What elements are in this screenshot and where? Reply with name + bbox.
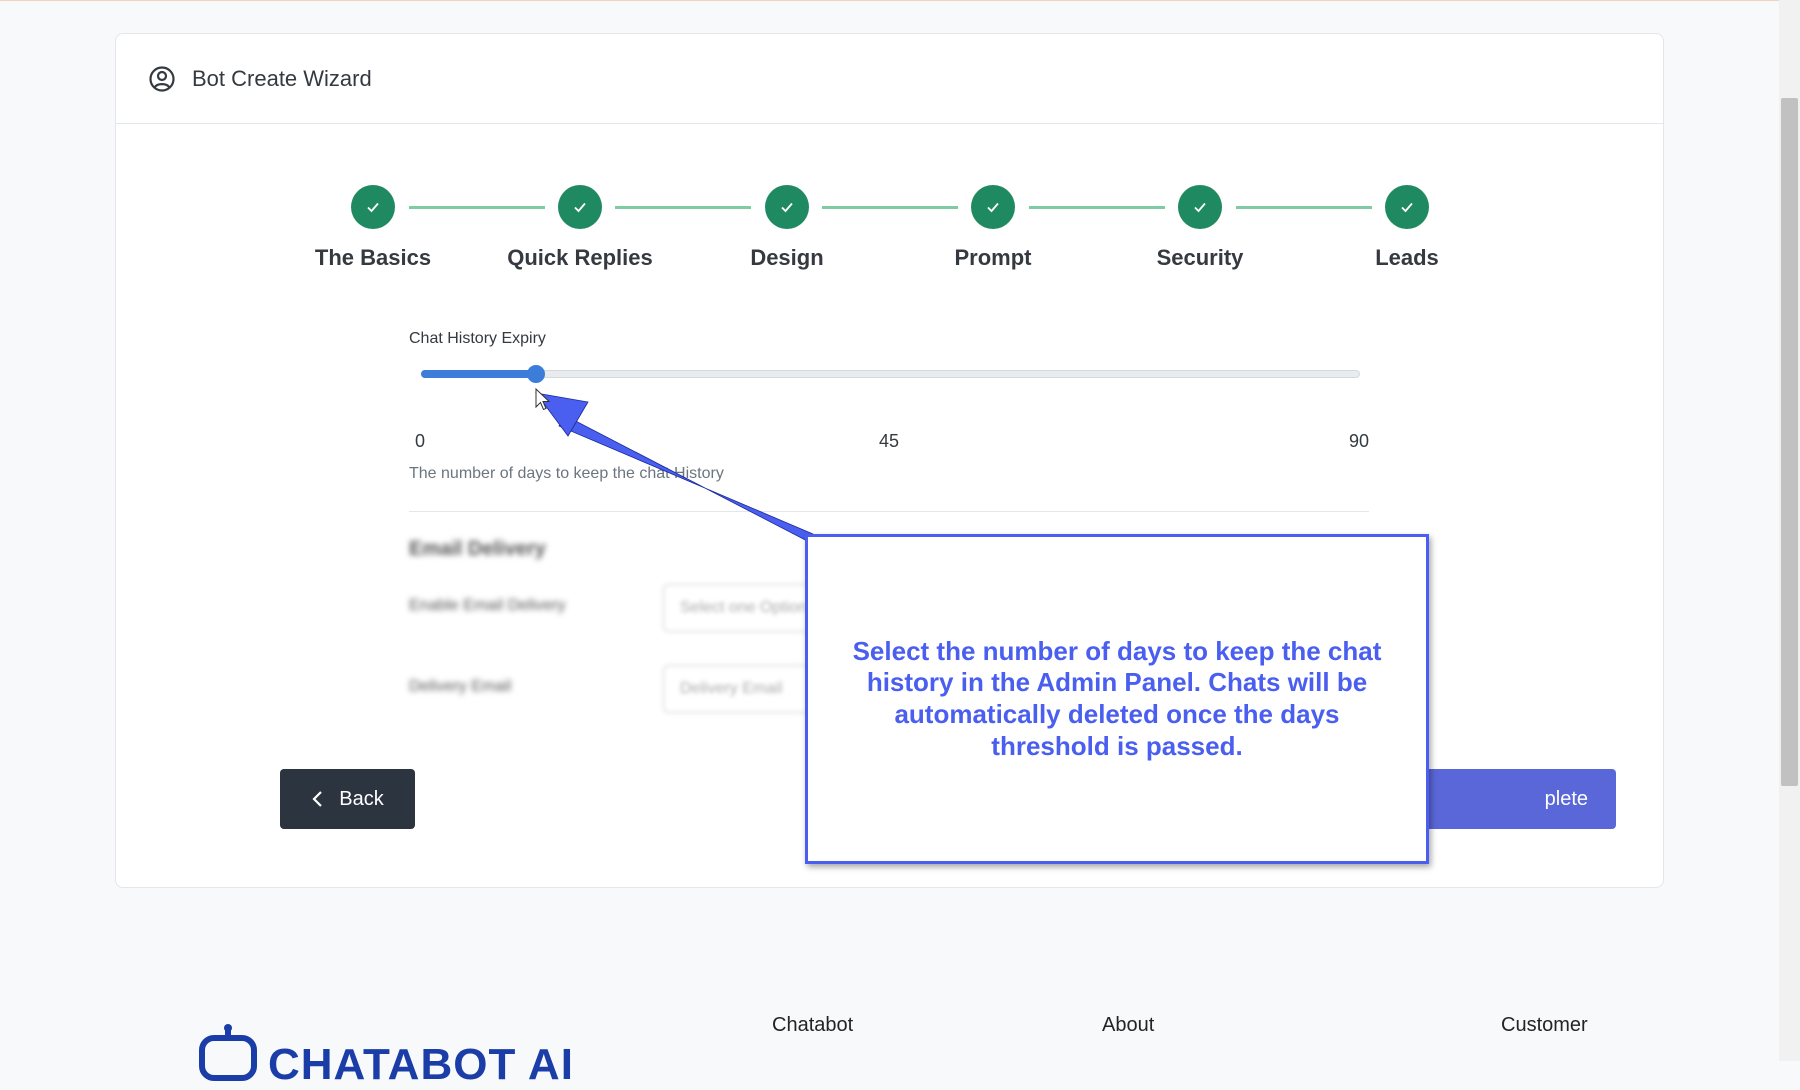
step-label: Quick Replies [507,245,653,270]
slider-thumb[interactable] [526,365,545,383]
step-label: Leads [1375,245,1439,270]
callout-text: Select the number of days to keep the ch… [852,635,1382,761]
robot-icon [199,1024,257,1081]
footer-logo: CHATABOT AI [196,1022,574,1090]
check-icon [765,185,809,229]
tutorial-callout: Select the number of days to keep the ch… [805,534,1429,864]
step-label: Prompt [954,245,1032,270]
enable-email-label: Enable Email Delivery [409,597,566,614]
page-scrollbar[interactable] [1779,0,1800,1061]
step-connector [822,206,958,209]
check-icon [1385,185,1429,229]
slider-tick-min: 0 [415,431,426,451]
footer-link-about[interactable]: About [1102,1014,1154,1037]
complete-button[interactable]: plete [1416,769,1616,829]
delivery-email-label: Delivery Email [409,678,512,695]
slider-tick-max: 90 [1349,431,1370,451]
check-icon [971,185,1015,229]
chat-history-slider[interactable] [421,370,1360,378]
back-button[interactable]: Back [280,769,415,829]
check-icon [558,185,602,229]
card-header: Bot Create Wizard [116,34,1663,124]
user-circle-icon [149,65,175,92]
mouse-cursor-icon [535,388,551,411]
step-label: The Basics [314,245,432,270]
footer-link-customer[interactable]: Customer [1501,1014,1588,1037]
chat-history-label: Chat History Expiry [409,330,546,347]
complete-button-label: plete [1544,787,1588,810]
email-delivery-heading: Email Delivery [409,538,546,560]
footer-logo-text: CHATABOT AI [268,1040,574,1089]
enable-email-placeholder: Select one Option [680,599,808,616]
footer-link-chatabot[interactable]: Chatabot [772,1014,853,1037]
step-label: Design [750,245,824,270]
slider-fill [421,370,536,378]
step-connector [1029,206,1165,209]
delivery-email-placeholder: Delivery Email [680,680,783,697]
check-icon [351,185,395,229]
step-label: Security [1156,245,1244,270]
step-connector [1236,206,1372,209]
check-icon [1178,185,1222,229]
slider-tick-mid: 45 [879,431,900,451]
top-border [0,0,1800,1]
wizard-title: Bot Create Wizard [192,65,372,91]
step-connector [409,206,545,209]
section-divider [409,511,1369,512]
back-button-label: Back [339,787,384,810]
chevron-left-icon [312,791,323,807]
step-connector [615,206,751,209]
scrollbar-thumb[interactable] [1781,98,1798,786]
chat-history-help: The number of days to keep the chat Hist… [409,465,724,482]
